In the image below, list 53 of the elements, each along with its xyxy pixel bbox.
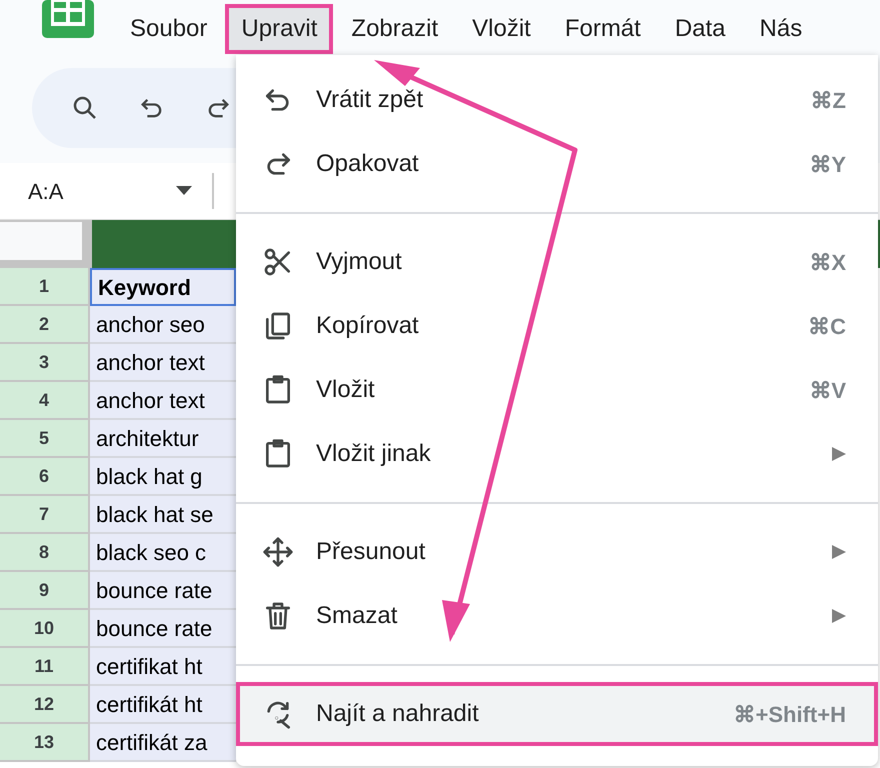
shortcut-hint: ⌘Z [810,86,846,114]
row-number[interactable]: 8 [0,534,90,572]
row-number[interactable]: 13 [0,724,90,762]
row-number[interactable]: 12 [0,686,90,724]
table-cell: certifikát za [90,724,236,762]
row-number[interactable]: 10 [0,610,90,648]
menu-item[interactable]: Vložit jinak [236,422,878,486]
row-number[interactable]: 5 [0,420,90,458]
table-cell: black hat g [90,458,236,496]
sheets-logo-icon[interactable] [42,0,94,38]
menu-bar-item[interactable]: Formát [548,4,657,54]
table-cell: anchor seo [90,306,236,344]
menu-bar-item[interactable]: Upravit [225,4,334,54]
row-number[interactable]: 4 [0,382,90,420]
menu-item[interactable]: Najít a nahradit ⌘+Shift+H [236,682,878,746]
menu-item[interactable]: Smazat [236,584,878,648]
table-cell: certifikát ht [90,686,236,724]
menu-item[interactable]: Vložit ⌘V [236,358,878,422]
name-box[interactable]: A:A [0,174,200,208]
table-cell: anchor text [90,382,236,420]
table-cell: black hat se [90,496,236,534]
menu-bar-item[interactable]: Soubor [114,4,224,54]
menu-item[interactable]: Kopírovat ⌘C [236,294,878,358]
menu-bar-item[interactable]: Zobrazit [335,4,454,54]
shortcut-hint: ⌘X [809,248,846,276]
row-number[interactable]: 3 [0,344,90,382]
row-number[interactable]: 1 [0,268,90,306]
menu-item[interactable]: Vrátit zpět ⌘Z [236,68,878,132]
row-number[interactable]: 2 [0,306,90,344]
shortcut-hint: ⌘+Shift+H [734,700,846,728]
row-number[interactable]: 11 [0,648,90,686]
menu-bar-item[interactable]: Vložit [456,4,547,54]
row-number[interactable]: 6 [0,458,90,496]
name-box-value: A:A [28,178,64,206]
table-cell: bounce rate [90,572,236,610]
menu-bar-item[interactable]: Data [658,4,742,54]
table-cell: anchor text [90,344,236,382]
menu-bar-item[interactable]: Nás [744,4,818,54]
table-cell: architektur [90,420,236,458]
shortcut-hint: ⌘Y [809,150,846,178]
shortcut-hint: ⌘V [809,376,846,404]
table-cell: certifikat ht [90,648,236,686]
menu-item[interactable]: Vyjmout ⌘X [236,230,878,294]
table-cell: bounce rate [90,610,236,648]
table-cell: Keyword [90,268,236,306]
row-number[interactable]: 9 [0,572,90,610]
table-cell: black seo c [90,534,236,572]
menu-item[interactable]: Opakovat ⌘Y [236,132,878,196]
row-number[interactable]: 7 [0,496,90,534]
shortcut-hint: ⌘C [808,312,846,340]
move-arrows-icon [262,536,294,568]
menu-item[interactable]: Přesunout [236,520,878,584]
dropdown-caret-icon [176,186,192,196]
